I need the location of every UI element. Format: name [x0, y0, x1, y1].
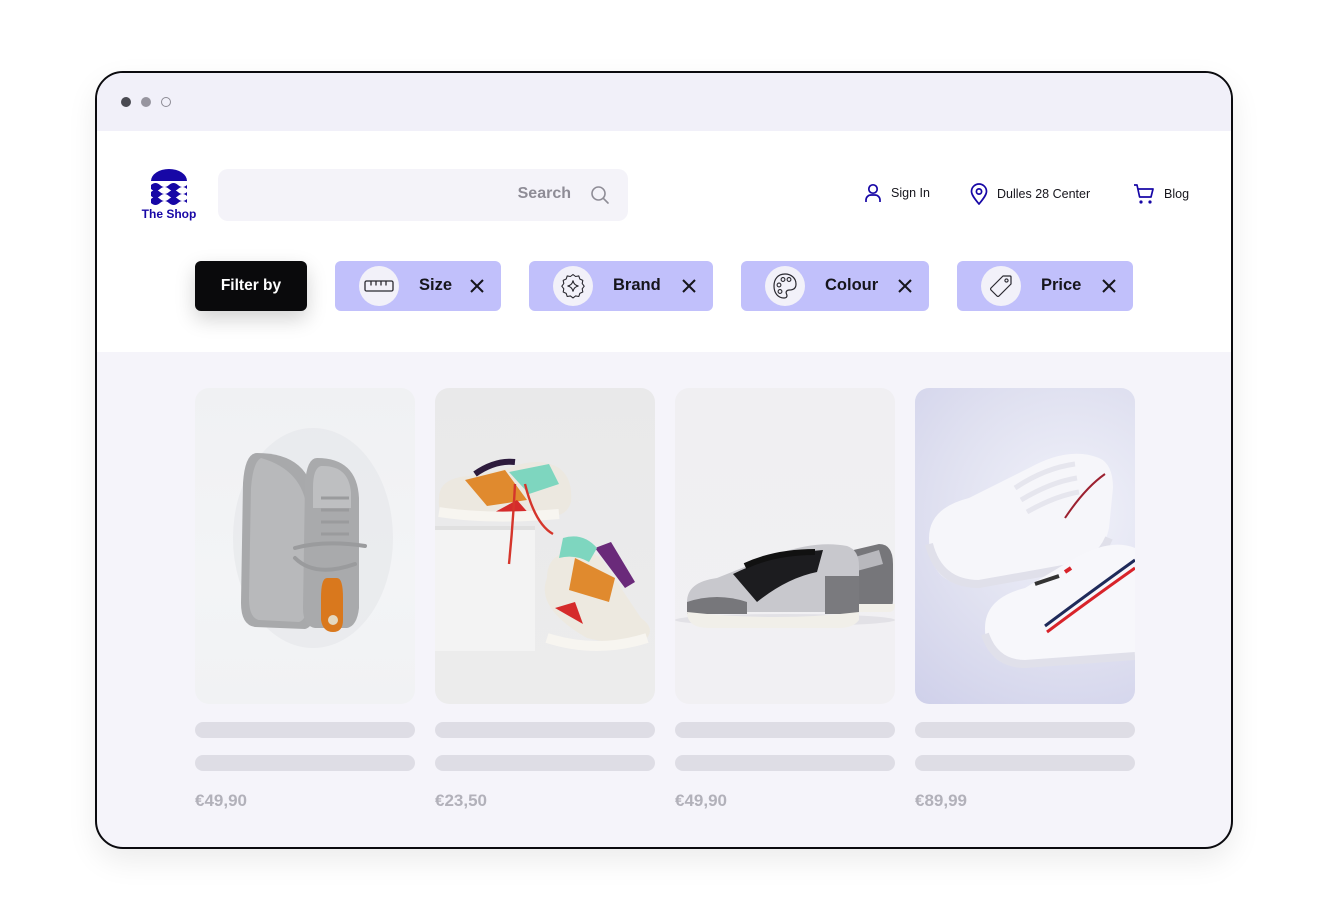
- sign-in-label: Sign In: [891, 186, 930, 200]
- filter-chip-label: Brand: [613, 276, 661, 294]
- filter-chip-label: Size: [419, 276, 453, 294]
- logo[interactable]: The Shop: [137, 169, 201, 223]
- sneaker-illustration: [925, 453, 1135, 669]
- sign-in-link[interactable]: Sign In: [864, 183, 930, 203]
- window-close-button[interactable]: [121, 97, 131, 107]
- product-card[interactable]: €49,90: [675, 388, 895, 811]
- title-skeleton: [195, 722, 415, 738]
- product-card[interactable]: €89,99: [915, 388, 1135, 811]
- product-image[interactable]: [915, 388, 1135, 704]
- cart-icon: [1134, 184, 1154, 204]
- close-icon[interactable]: [679, 276, 699, 296]
- store-location-label: Dulles 28 Center: [997, 187, 1091, 201]
- title-skeleton: [435, 722, 655, 738]
- filter-chip-label: Colour: [825, 276, 879, 294]
- subtitle-skeleton: [195, 755, 415, 771]
- site-header: The Shop Search Sign In Dulles 28 Center: [97, 131, 1231, 352]
- title-skeleton: [675, 722, 895, 738]
- filter-chip-size[interactable]: Size: [335, 261, 501, 311]
- filter-by-button[interactable]: Filter by: [195, 261, 307, 311]
- ruler-icon: [359, 266, 399, 306]
- close-icon[interactable]: [1099, 276, 1119, 296]
- product-price: €49,90: [195, 791, 247, 810]
- subtitle-skeleton: [675, 755, 895, 771]
- product-price: €23,50: [435, 791, 487, 810]
- product-image[interactable]: [435, 388, 655, 704]
- product-price: €89,99: [915, 791, 967, 810]
- close-icon[interactable]: [895, 276, 915, 296]
- filter-chip-brand[interactable]: Brand: [529, 261, 713, 311]
- search-icon[interactable]: [590, 185, 610, 205]
- product-card[interactable]: €23,50: [435, 388, 655, 811]
- title-skeleton: [915, 722, 1135, 738]
- product-price: €49,90: [675, 791, 727, 810]
- palette-icon: [765, 266, 805, 306]
- location-pin-icon: [970, 183, 988, 205]
- wave-sun-logo-icon: [151, 169, 187, 205]
- blog-link[interactable]: Blog: [1133, 183, 1189, 205]
- subtitle-skeleton: [915, 755, 1135, 771]
- sneaker-illustration: [233, 428, 393, 648]
- price-tag-icon: [981, 266, 1021, 306]
- window-maximize-button[interactable]: [161, 97, 171, 107]
- product-card[interactable]: €49,90: [195, 388, 415, 811]
- search-placeholder: Search: [517, 185, 571, 202]
- user-icon: [865, 183, 881, 202]
- blog-label: Blog: [1164, 187, 1190, 201]
- window-minimize-button[interactable]: [141, 97, 151, 107]
- product-grid: €49,90 €23,50 €49,90 €89,99: [195, 388, 1135, 818]
- subtitle-skeleton: [435, 755, 655, 771]
- search-input[interactable]: Search: [218, 169, 628, 221]
- filter-chip-colour[interactable]: Colour: [741, 261, 929, 311]
- product-image[interactable]: [195, 388, 415, 704]
- close-icon[interactable]: [467, 276, 487, 296]
- badge-star-icon: [553, 266, 593, 306]
- filter-chip-label: Price: [1041, 276, 1082, 294]
- store-location-link[interactable]: Dulles 28 Center: [970, 183, 1090, 205]
- filter-chip-price[interactable]: Price: [957, 261, 1133, 311]
- brand-name: The Shop: [141, 207, 197, 221]
- title-bar: [97, 73, 1231, 131]
- product-image[interactable]: [675, 388, 895, 704]
- sneaker-illustration: [435, 458, 650, 651]
- browser-window: The Shop Search Sign In Dulles 28 Center: [95, 71, 1233, 849]
- filter-bar: Filter by Size Brand Colour Price: [97, 261, 1231, 311]
- sneaker-illustration: [675, 544, 895, 628]
